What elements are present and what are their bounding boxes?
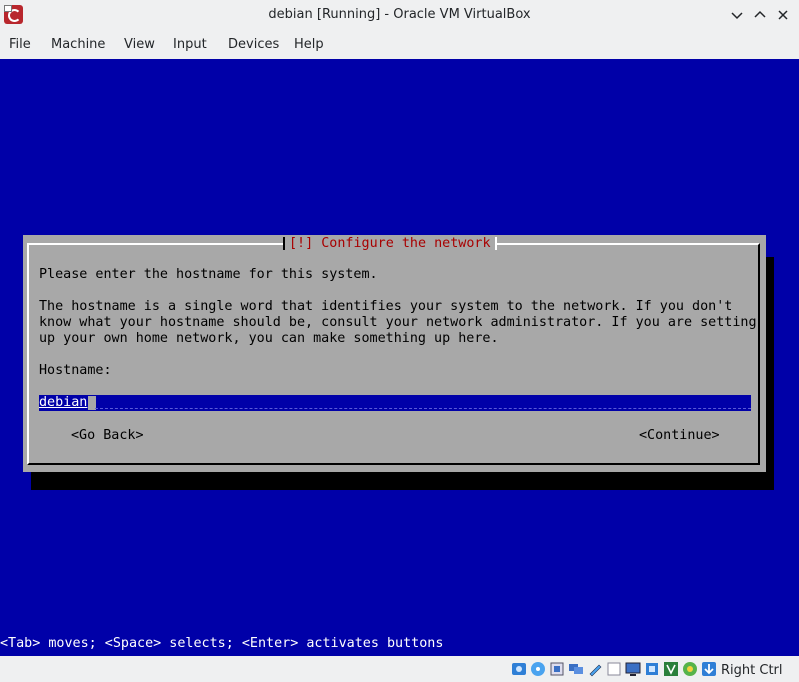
- go-back-button[interactable]: <Go Back>: [71, 428, 144, 444]
- menu-machine[interactable]: Machine: [51, 37, 105, 52]
- menu-help[interactable]: Help: [294, 37, 324, 52]
- hostname-label: Hostname:: [39, 363, 112, 378]
- host-key-label: Right Ctrl: [721, 663, 783, 678]
- dialog-title: [!] Configure the network: [283, 235, 497, 253]
- menu-bar: File Machine View Input Devices Help: [0, 30, 799, 59]
- optical-drive-icon[interactable]: [530, 661, 546, 677]
- network-icon[interactable]: [568, 661, 584, 677]
- description-line-3: up your own home network, you can make s…: [39, 331, 499, 346]
- vm-display[interactable]: [!] Configure the network Please enter t…: [0, 59, 799, 656]
- mouse-integration-icon[interactable]: [682, 661, 698, 677]
- keyboard-capture-icon[interactable]: [701, 661, 717, 677]
- menu-devices[interactable]: Devices: [228, 37, 279, 52]
- audio-icon[interactable]: [549, 661, 565, 677]
- maximize-button[interactable]: [751, 6, 769, 24]
- keyboard-help-line: <Tab> moves; <Space> selects; <Enter> ac…: [0, 636, 444, 651]
- menu-view[interactable]: View: [124, 37, 155, 52]
- minimize-button[interactable]: [728, 6, 746, 24]
- window-titlebar: debian [Running] - Oracle VM VirtualBox: [0, 0, 799, 30]
- display-icon[interactable]: [625, 661, 641, 677]
- status-bar: Right Ctrl: [0, 656, 799, 682]
- description-line-2: know what your hostname should be, consu…: [39, 315, 757, 330]
- menu-file[interactable]: File: [9, 37, 31, 52]
- shared-folders-icon[interactable]: [606, 661, 622, 677]
- hostname-input[interactable]: debian: [39, 395, 751, 411]
- chevron-down-icon: [731, 12, 743, 20]
- menu-input[interactable]: Input: [173, 37, 207, 52]
- continue-button[interactable]: <Continue>: [639, 428, 720, 444]
- description-line-1: The hostname is a single word that ident…: [39, 299, 733, 314]
- configure-network-dialog: [!] Configure the network Please enter t…: [23, 235, 766, 472]
- close-button[interactable]: [774, 6, 792, 24]
- virtualization-icon[interactable]: [663, 661, 679, 677]
- recording-icon[interactable]: [644, 661, 660, 677]
- close-icon: [778, 10, 788, 20]
- hostname-prompt: Please enter the hostname for this syste…: [39, 267, 378, 282]
- usb-icon[interactable]: [587, 661, 603, 677]
- hard-disk-icon[interactable]: [511, 661, 527, 677]
- hostname-value: debian: [39, 395, 88, 410]
- window-title: debian [Running] - Oracle VM VirtualBox: [268, 7, 531, 22]
- chevron-up-icon: [754, 10, 766, 18]
- hostname-field-fill: [95, 408, 751, 409]
